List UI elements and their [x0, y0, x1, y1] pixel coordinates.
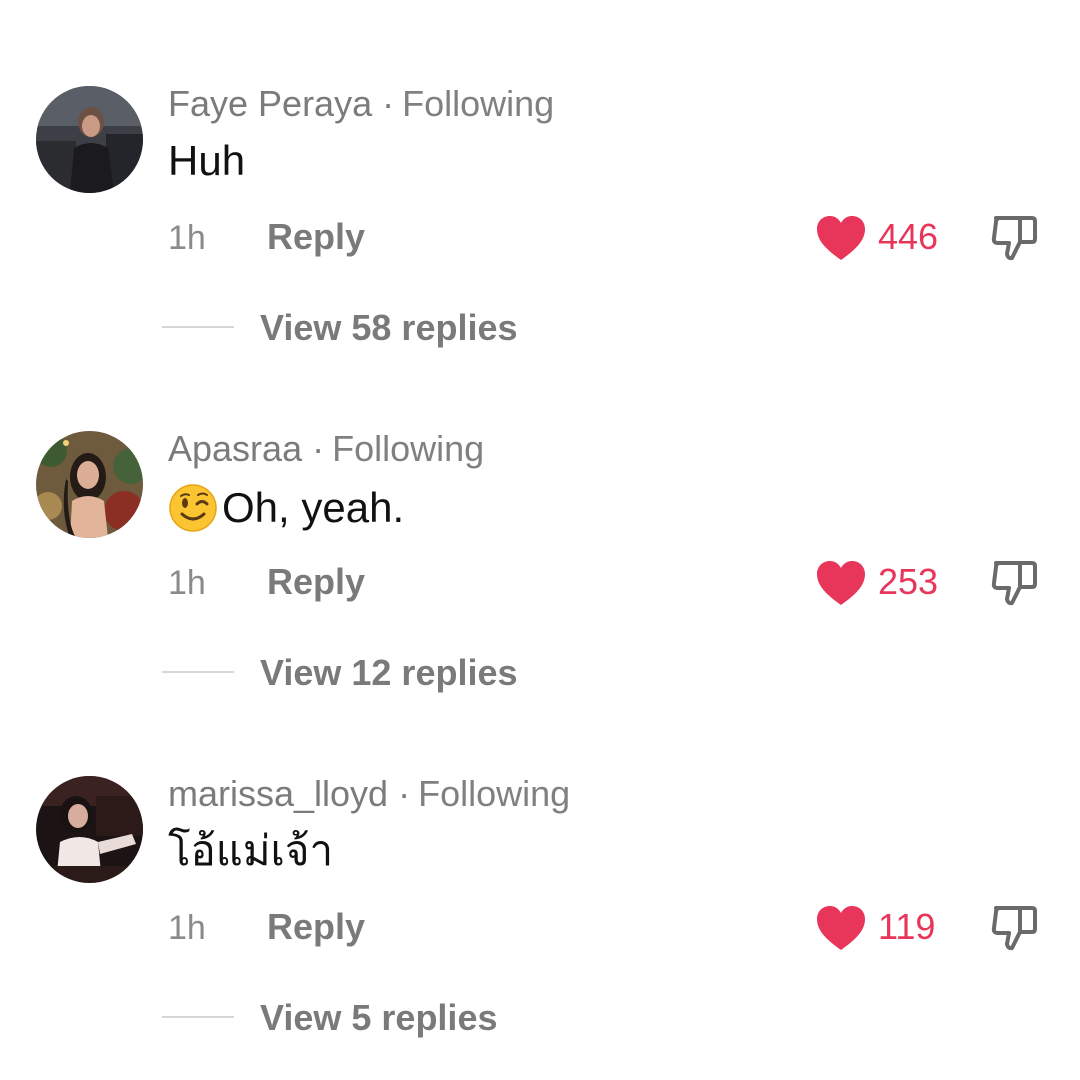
avatar[interactable] [36, 86, 143, 193]
replies-divider [162, 326, 234, 328]
comment-header: Faye Peraya · Following [168, 86, 554, 122]
username[interactable]: Faye Peraya [168, 83, 372, 124]
comment-text-content: Oh, yeah. [222, 484, 405, 531]
following-label: Following [418, 773, 571, 814]
comment-item: Apasraa · Following Oh, yeah. 1h Reply 253 [0, 431, 1080, 731]
thumbs-down-icon[interactable] [990, 557, 1038, 607]
comment-item: Faye Peraya · Following Huh 1h Reply 446 V… [0, 86, 1080, 386]
like-count: 446 [878, 216, 939, 257]
comment-text: โอ้แม่เจ้า [168, 828, 333, 874]
comment-time: 1h [168, 564, 206, 602]
username[interactable]: marissa_lloyd [168, 773, 388, 814]
avatar[interactable] [36, 776, 143, 883]
like-count: 119 [878, 906, 936, 947]
reply-button[interactable]: Reply [267, 218, 365, 256]
heart-icon[interactable] [815, 904, 867, 952]
separator-dot: · [312, 428, 325, 469]
thumbs-down-icon[interactable] [990, 212, 1038, 262]
thumbs-down-icon[interactable] [990, 902, 1038, 952]
comment-header: marissa_lloyd · Following [168, 776, 570, 812]
comment-text: Oh, yeah. [168, 483, 404, 533]
comment-item: marissa_lloyd · Following โอ้แม่เจ้า 1h Re… [0, 776, 1080, 1076]
avatar[interactable] [36, 431, 143, 538]
following-label: Following [332, 428, 485, 469]
replies-divider [162, 671, 234, 673]
comment-time: 1h [168, 219, 206, 257]
reply-button[interactable]: Reply [267, 908, 365, 946]
view-replies-button[interactable]: View 58 replies [260, 308, 518, 348]
separator-dot: · [382, 83, 395, 124]
like-count: 253 [878, 561, 939, 602]
reply-button[interactable]: Reply [267, 563, 365, 601]
comment-text-content: โอ้แม่เจ้า [168, 827, 334, 874]
comment-time: 1h [168, 909, 206, 947]
winking-face-emoji [168, 483, 218, 533]
heart-icon[interactable] [815, 559, 867, 607]
following-label: Following [402, 83, 555, 124]
comment-text-content: Huh [168, 137, 246, 184]
replies-divider [162, 1016, 234, 1018]
view-replies-button[interactable]: View 5 replies [260, 998, 497, 1038]
heart-icon[interactable] [815, 214, 867, 262]
view-replies-button[interactable]: View 12 replies [260, 653, 518, 693]
comment-text: Huh [168, 138, 245, 184]
separator-dot: · [398, 773, 411, 814]
comment-header: Apasraa · Following [168, 431, 484, 467]
username[interactable]: Apasraa [168, 428, 302, 469]
